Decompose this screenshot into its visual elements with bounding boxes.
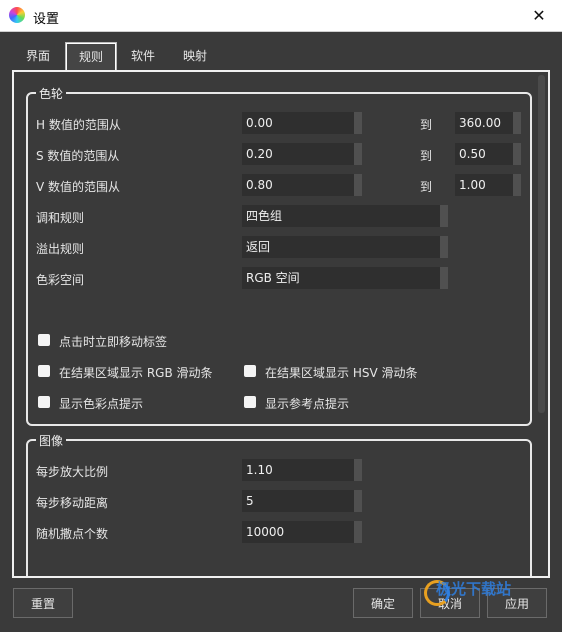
ok-button[interactable]: 确定 xyxy=(353,588,413,618)
s-from-input[interactable]: 0.20 xyxy=(242,143,362,165)
color-wheel-app-icon xyxy=(9,7,25,23)
h-to-label: 到 xyxy=(420,118,433,132)
title-bar: 设置 ✕ xyxy=(0,0,562,32)
checkbox-show-color-point-tips[interactable] xyxy=(38,396,50,408)
color-wheel-group-title: 色轮 xyxy=(36,85,67,102)
rules-panel: 色轮 H 数值的范围从 0.00 到 360.00 S 数值的范围从 0.20 … xyxy=(12,70,550,578)
checkbox-show-reference-point-tips[interactable] xyxy=(244,396,256,408)
tab-mapping[interactable]: 映射 xyxy=(170,42,220,70)
move-label-on-click-label: 点击时立即移动标签 xyxy=(59,335,168,349)
checkbox-move-label-on-click[interactable] xyxy=(38,334,50,346)
s-to-label: 到 xyxy=(420,149,433,163)
harmony-rule-label: 调和规则 xyxy=(36,211,85,225)
move-distance-label: 每步移动距离 xyxy=(36,496,109,510)
tab-software[interactable]: 软件 xyxy=(118,42,168,70)
harmony-rule-select[interactable]: 四色组 xyxy=(242,205,448,227)
show-rgb-sliders-label: 在结果区域显示 RGB 滑动条 xyxy=(59,366,213,380)
image-group: 图像 每步放大比例 1.10 每步移动距离 5 随机撒点个数 10000 xyxy=(26,432,532,576)
v-from-input[interactable]: 0.80 xyxy=(242,174,362,196)
h-to-input[interactable]: 360.00 xyxy=(455,112,521,134)
s-to-input[interactable]: 0.50 xyxy=(455,143,521,165)
tab-interface[interactable]: 界面 xyxy=(13,42,63,70)
color-space-select[interactable]: RGB 空间 xyxy=(242,267,448,289)
h-range-label: H 数值的范围从 xyxy=(36,118,121,132)
checkbox-show-hsv-sliders[interactable] xyxy=(244,365,256,377)
move-distance-input[interactable]: 5 xyxy=(242,490,362,512)
zoom-ratio-label: 每步放大比例 xyxy=(36,465,109,479)
v-range-label: V 数值的范围从 xyxy=(36,180,121,194)
s-range-label: S 数值的范围从 xyxy=(36,149,120,163)
color-space-label: 色彩空间 xyxy=(36,273,85,287)
random-points-label: 随机撒点个数 xyxy=(36,527,109,541)
show-reference-point-tips-label: 显示参考点提示 xyxy=(265,397,350,411)
reset-button[interactable]: 重置 xyxy=(13,588,73,618)
overflow-rule-select[interactable]: 返回 xyxy=(242,236,448,258)
image-group-title: 图像 xyxy=(36,432,67,449)
tab-rules[interactable]: 规则 xyxy=(65,42,117,71)
window-title: 设置 xyxy=(33,12,60,27)
watermark-text: 极光下载站 xyxy=(436,580,512,598)
zoom-ratio-input[interactable]: 1.10 xyxy=(242,459,362,481)
vertical-scrollbar[interactable] xyxy=(538,75,545,413)
v-to-input[interactable]: 1.00 xyxy=(455,174,521,196)
checkbox-show-rgb-sliders[interactable] xyxy=(38,365,50,377)
h-from-input[interactable]: 0.00 xyxy=(242,112,362,134)
close-button[interactable]: ✕ xyxy=(516,0,562,31)
color-wheel-group: 色轮 H 数值的范围从 0.00 到 360.00 S 数值的范围从 0.20 … xyxy=(26,85,532,426)
v-to-label: 到 xyxy=(420,180,433,194)
overflow-rule-label: 溢出规则 xyxy=(36,242,85,256)
random-points-input[interactable]: 10000 xyxy=(242,521,362,543)
show-hsv-sliders-label: 在结果区域显示 HSV 滑动条 xyxy=(265,366,418,380)
show-color-point-tips-label: 显示色彩点提示 xyxy=(59,397,144,411)
